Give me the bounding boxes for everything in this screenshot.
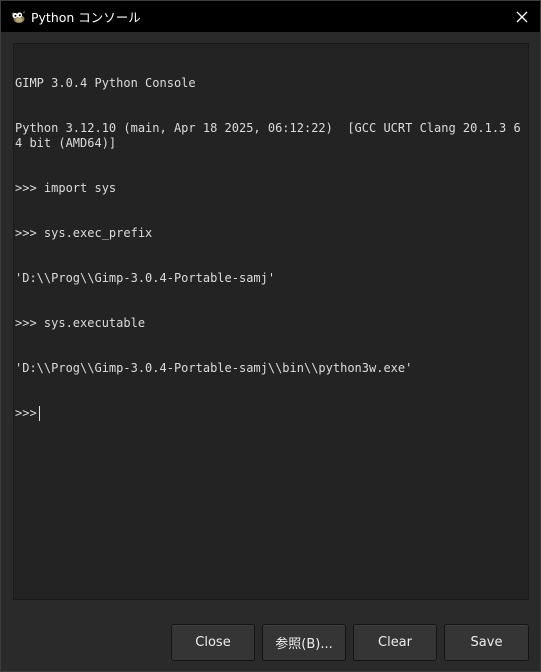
text-caret (38, 406, 40, 421)
python-console-window: Python コンソール GIMP 3.0.4 Python Console P… (0, 0, 541, 672)
close-button[interactable]: Close (171, 624, 255, 661)
close-icon[interactable] (510, 5, 534, 29)
console-line: >>> sys.executable (15, 316, 146, 330)
console-line: 'D:\\Prog\\Gimp-3.0.4-Portable-samj' (15, 271, 276, 285)
console-input-line[interactable]: >>> (15, 406, 526, 421)
console-area[interactable]: GIMP 3.0.4 Python Console Python 3.12.10… (13, 43, 529, 600)
console-output[interactable]: GIMP 3.0.4 Python Console Python 3.12.10… (15, 46, 526, 597)
console-line: Python 3.12.10 (main, Apr 18 2025, 06:12… (15, 121, 521, 150)
console-line: >>> sys.exec_prefix (15, 226, 153, 240)
console-line: >>> import sys (15, 181, 117, 195)
console-line: GIMP 3.0.4 Python Console (15, 76, 196, 90)
window-title: Python コンソール (31, 10, 141, 25)
gimp-wilber-icon (10, 9, 26, 25)
clear-button[interactable]: Clear (353, 624, 437, 661)
browse-button[interactable]: 参照(B)... (262, 624, 346, 661)
console-line: 'D:\\Prog\\Gimp-3.0.4-Portable-samj\\bin… (15, 361, 413, 375)
console-prompt: >>> (15, 406, 37, 420)
save-button[interactable]: Save (444, 624, 529, 661)
title-bar[interactable]: Python コンソール (1, 1, 540, 32)
